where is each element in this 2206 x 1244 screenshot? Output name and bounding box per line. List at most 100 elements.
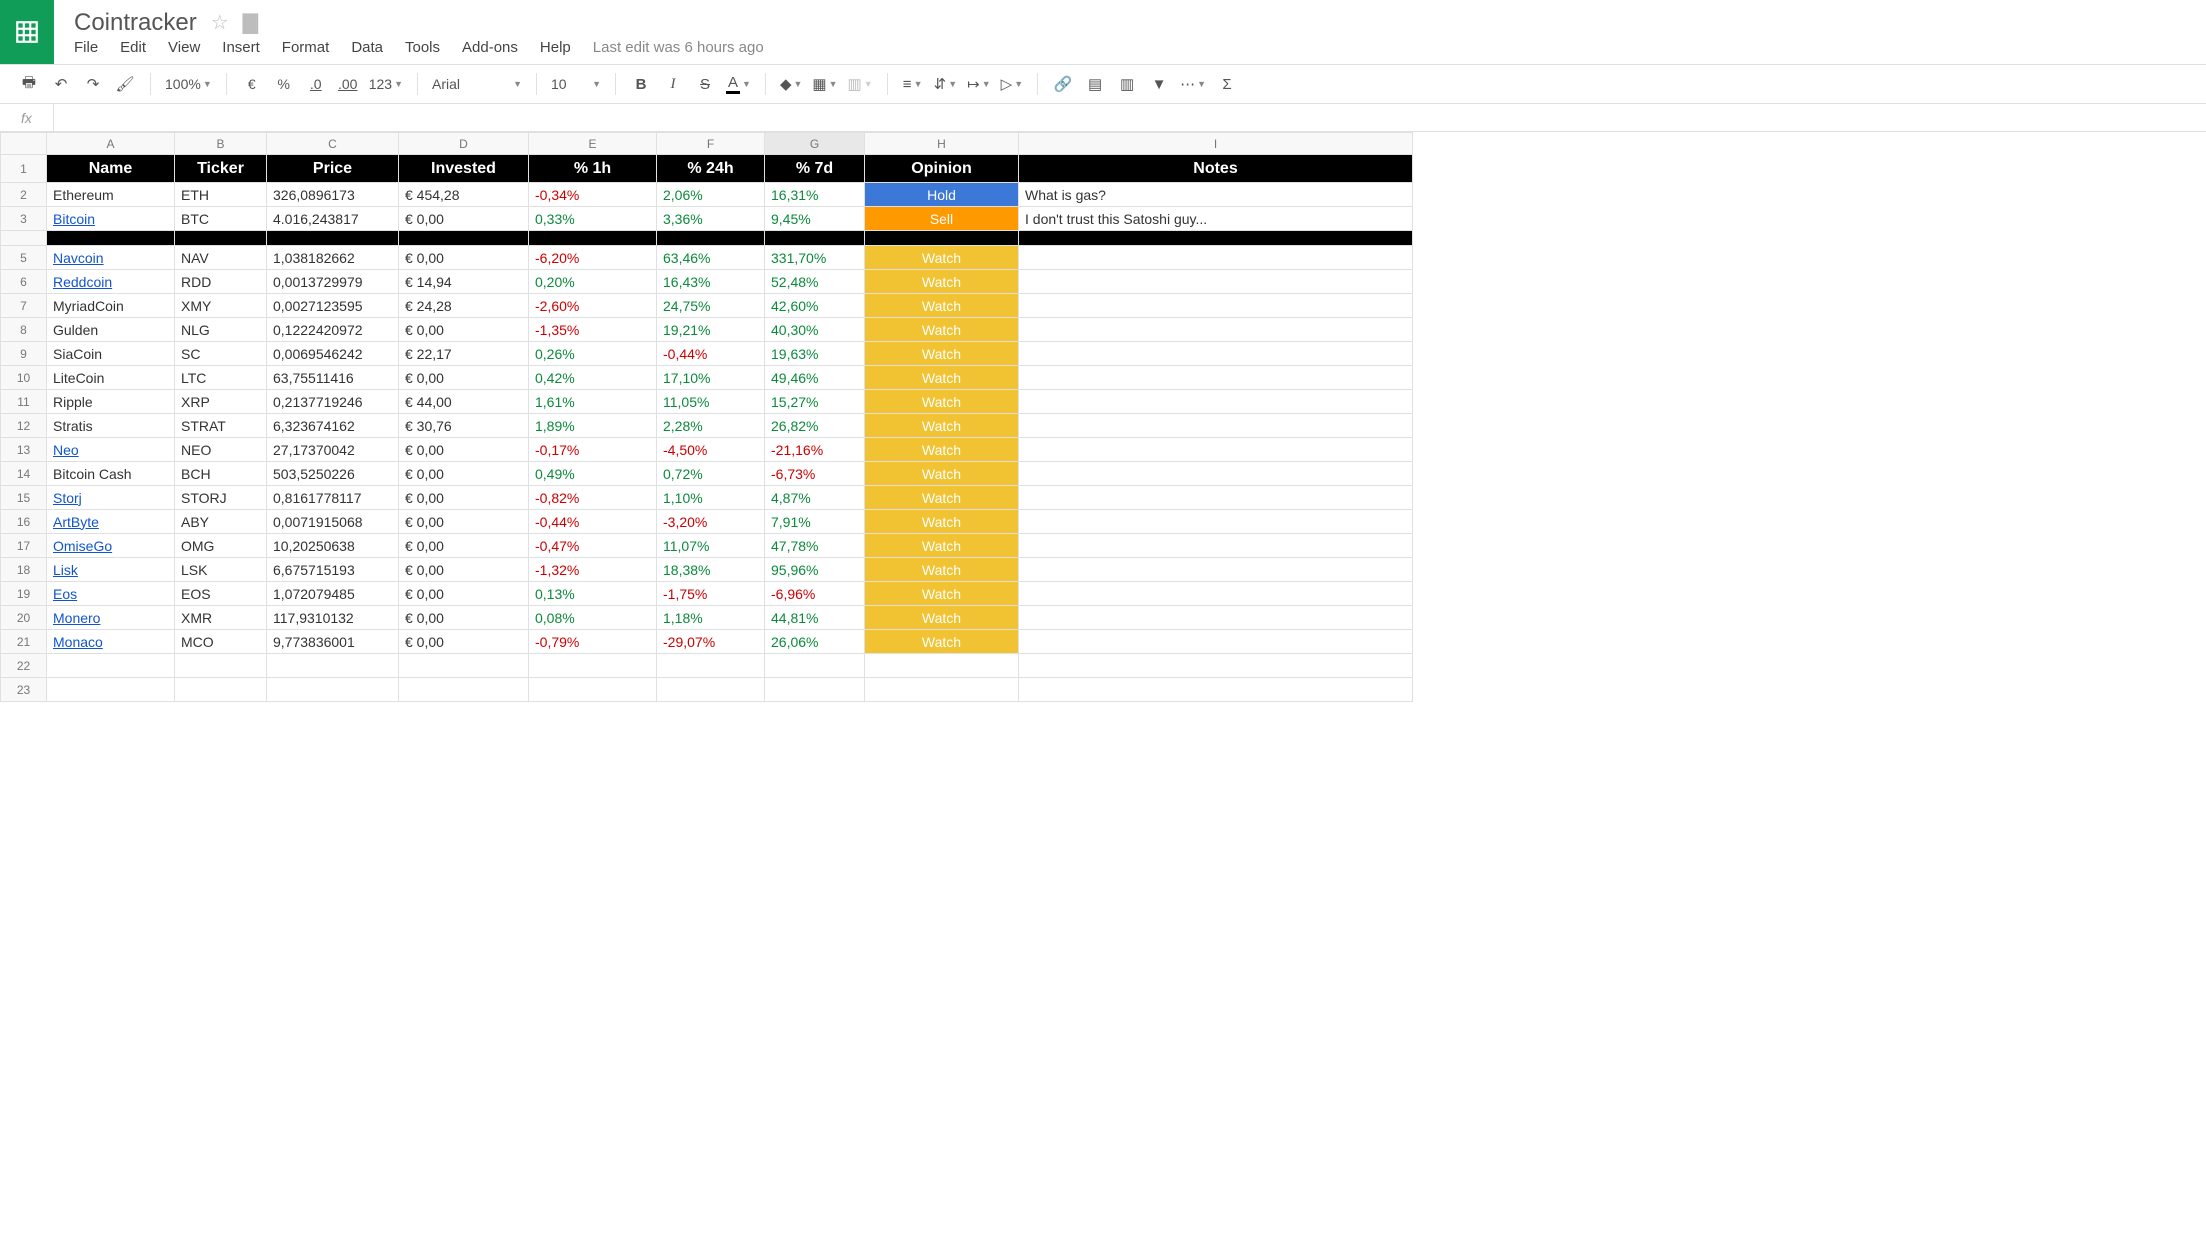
- cell[interactable]: 117,9310132: [267, 606, 399, 630]
- cell[interactable]: 15,27%: [765, 390, 865, 414]
- cell[interactable]: 6,323674162: [267, 414, 399, 438]
- menu-tools[interactable]: Tools: [405, 39, 440, 56]
- cell[interactable]: 1,89%: [529, 414, 657, 438]
- cell[interactable]: € 44,00: [399, 390, 529, 414]
- merge-cells-button[interactable]: ▥▼: [848, 72, 873, 96]
- cell[interactable]: [529, 678, 657, 702]
- cell[interactable]: Lisk: [47, 558, 175, 582]
- cell[interactable]: [529, 231, 657, 246]
- row-header[interactable]: 7: [1, 294, 47, 318]
- star-icon[interactable]: ☆: [211, 10, 229, 35]
- row-header[interactable]: 11: [1, 390, 47, 414]
- cell[interactable]: [529, 654, 657, 678]
- row-header[interactable]: 16: [1, 510, 47, 534]
- cell[interactable]: [267, 678, 399, 702]
- cell[interactable]: [657, 678, 765, 702]
- cell[interactable]: 0,08%: [529, 606, 657, 630]
- cell[interactable]: 2,06%: [657, 183, 765, 207]
- folder-icon[interactable]: ▇: [243, 10, 258, 35]
- menu-file[interactable]: File: [74, 39, 98, 56]
- increase-decimal-button[interactable]: .00: [337, 72, 359, 96]
- text-rotation-button[interactable]: ▷▼: [1001, 72, 1023, 96]
- cell[interactable]: 7,91%: [765, 510, 865, 534]
- cell[interactable]: -4,50%: [657, 438, 765, 462]
- cell[interactable]: OmiseGo: [47, 534, 175, 558]
- cell[interactable]: [1019, 630, 1413, 654]
- cell[interactable]: Sell: [865, 207, 1019, 231]
- cell[interactable]: -0,34%: [529, 183, 657, 207]
- cell[interactable]: NEO: [175, 438, 267, 462]
- cell[interactable]: Ticker: [175, 155, 267, 183]
- cell[interactable]: Name: [47, 155, 175, 183]
- decrease-decimal-button[interactable]: .0: [305, 72, 327, 96]
- cell[interactable]: [47, 231, 175, 246]
- col-header-H[interactable]: H: [865, 133, 1019, 155]
- cell[interactable]: € 0,00: [399, 207, 529, 231]
- cell[interactable]: -2,60%: [529, 294, 657, 318]
- row-header[interactable]: 22: [1, 654, 47, 678]
- v-align-button[interactable]: ⇵▼: [934, 72, 958, 96]
- functions-button[interactable]: Σ: [1216, 72, 1238, 96]
- cell[interactable]: 326,0896173: [267, 183, 399, 207]
- cell[interactable]: -6,96%: [765, 582, 865, 606]
- cell[interactable]: Hold: [865, 183, 1019, 207]
- cell[interactable]: Reddcoin: [47, 270, 175, 294]
- row-header[interactable]: 2: [1, 183, 47, 207]
- cell[interactable]: 49,46%: [765, 366, 865, 390]
- cell[interactable]: 11,07%: [657, 534, 765, 558]
- text-wrap-button[interactable]: ↦▼: [967, 72, 991, 96]
- cell[interactable]: MCO: [175, 630, 267, 654]
- row-header[interactable]: 21: [1, 630, 47, 654]
- cell[interactable]: % 1h: [529, 155, 657, 183]
- cell[interactable]: SC: [175, 342, 267, 366]
- cell[interactable]: Watch: [865, 438, 1019, 462]
- row-header[interactable]: 6: [1, 270, 47, 294]
- cell[interactable]: Ethereum: [47, 183, 175, 207]
- cell[interactable]: [1019, 231, 1413, 246]
- row-header[interactable]: 20: [1, 606, 47, 630]
- cell[interactable]: -0,79%: [529, 630, 657, 654]
- format-currency-button[interactable]: €: [241, 72, 263, 96]
- cell[interactable]: 6,675715193: [267, 558, 399, 582]
- cell[interactable]: XMY: [175, 294, 267, 318]
- cell[interactable]: 27,17370042: [267, 438, 399, 462]
- menu-add-ons[interactable]: Add-ons: [462, 39, 518, 56]
- cell[interactable]: 9,45%: [765, 207, 865, 231]
- cell[interactable]: Watch: [865, 414, 1019, 438]
- cell[interactable]: % 24h: [657, 155, 765, 183]
- cell[interactable]: -0,82%: [529, 486, 657, 510]
- cell[interactable]: 1,18%: [657, 606, 765, 630]
- cell[interactable]: 331,70%: [765, 246, 865, 270]
- cell[interactable]: [865, 231, 1019, 246]
- cell[interactable]: [765, 654, 865, 678]
- cell[interactable]: [1019, 246, 1413, 270]
- cell[interactable]: Stratis: [47, 414, 175, 438]
- cell[interactable]: ABY: [175, 510, 267, 534]
- cell[interactable]: BTC: [175, 207, 267, 231]
- bold-button[interactable]: B: [630, 72, 652, 96]
- cell[interactable]: 11,05%: [657, 390, 765, 414]
- cell[interactable]: Gulden: [47, 318, 175, 342]
- row-header[interactable]: 14: [1, 462, 47, 486]
- row-header[interactable]: 23: [1, 678, 47, 702]
- cell[interactable]: [1019, 366, 1413, 390]
- cell[interactable]: LiteCoin: [47, 366, 175, 390]
- menu-help[interactable]: Help: [540, 39, 571, 56]
- cell[interactable]: 0,13%: [529, 582, 657, 606]
- cell[interactable]: € 454,28: [399, 183, 529, 207]
- cell[interactable]: Notes: [1019, 155, 1413, 183]
- cell[interactable]: [175, 678, 267, 702]
- cell[interactable]: 18,38%: [657, 558, 765, 582]
- cell[interactable]: 3,36%: [657, 207, 765, 231]
- cell[interactable]: 63,46%: [657, 246, 765, 270]
- cell[interactable]: [399, 654, 529, 678]
- cell[interactable]: 1,038182662: [267, 246, 399, 270]
- menu-format[interactable]: Format: [282, 39, 330, 56]
- cell[interactable]: Watch: [865, 534, 1019, 558]
- cell[interactable]: Watch: [865, 366, 1019, 390]
- cell[interactable]: -1,75%: [657, 582, 765, 606]
- cell[interactable]: € 0,00: [399, 630, 529, 654]
- cell[interactable]: Monaco: [47, 630, 175, 654]
- cell[interactable]: Storj: [47, 486, 175, 510]
- cell[interactable]: Price: [267, 155, 399, 183]
